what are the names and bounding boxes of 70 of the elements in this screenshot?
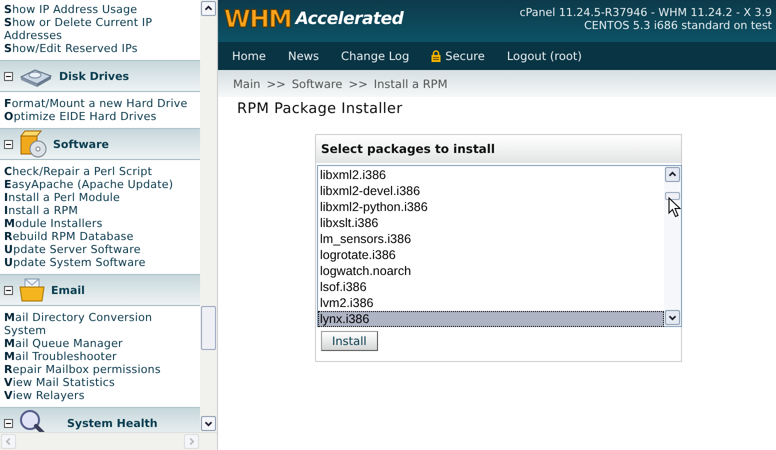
scroll-down-icon[interactable] — [201, 416, 216, 431]
install-button[interactable]: Install — [321, 331, 378, 351]
breadcrumb-link[interactable]: Main — [233, 76, 260, 90]
package-option[interactable]: lsof.i386 — [318, 279, 664, 295]
package-option[interactable]: lynx.i386 — [318, 311, 664, 327]
menu-link[interactable]: Update Server Software — [4, 243, 196, 256]
collapse-icon[interactable] — [4, 72, 13, 80]
nav-link[interactable]: Change Log — [341, 49, 410, 63]
section-title: Email — [51, 284, 85, 296]
menu-link[interactable]: Repair Mailbox permissions — [4, 363, 196, 376]
section-header[interactable]: System Health — [0, 407, 200, 432]
menu-link[interactable]: Format/Mount a new Hard Drive — [4, 97, 196, 110]
vertical-scrollbar[interactable] — [200, 0, 217, 432]
mouse-pointer-icon — [668, 197, 681, 218]
menu-link[interactable]: Check/Repair a Perl Script — [4, 165, 196, 178]
nav-link[interactable]: Home — [232, 49, 266, 63]
package-option[interactable]: lvm2.i386 — [318, 295, 664, 311]
section-title: Disk Drives — [59, 70, 130, 82]
scrollbar-thumb[interactable] — [201, 306, 216, 350]
menu-link[interactable]: Mail Troubleshooter — [4, 350, 196, 363]
scroll-up-icon[interactable] — [665, 167, 680, 182]
collapse-icon[interactable] — [4, 286, 13, 294]
package-option[interactable]: lm_sensors.i386 — [318, 231, 664, 247]
section-title: Software — [53, 138, 109, 150]
section-header[interactable]: Email — [0, 274, 200, 306]
package-option[interactable]: libxml2.i386 — [318, 167, 664, 183]
panel-heading: Select packages to install — [316, 135, 681, 163]
menu-link[interactable]: View Relayers — [4, 389, 196, 402]
lock-icon — [431, 50, 442, 62]
menu-link[interactable]: Rebuild RPM Database — [4, 230, 196, 243]
breadcrumb-link[interactable]: Software — [292, 76, 342, 90]
section-header[interactable]: Software — [0, 128, 200, 160]
package-option[interactable]: logwatch.noarch — [318, 263, 664, 279]
collapse-icon[interactable] — [4, 140, 13, 148]
nav-link[interactable]: Logout (root) — [506, 49, 582, 63]
breadcrumb-separator: >> — [266, 76, 286, 90]
package-list[interactable]: libxml2.i386 libxml2-devel.i386 libxml2-python.i386 libxslt.i386 lm_sensors.i386 logrotate.i386 logwatch.noarch lsof.i386 lvm2.i386 lynx.i386 — [317, 165, 682, 327]
package-option[interactable]: libxslt.i386 — [318, 215, 664, 231]
package-option[interactable]: logrotate.i386 — [318, 247, 664, 263]
section-header[interactable]: Disk Drives — [0, 60, 200, 92]
menu-link[interactable]: Module Installers — [4, 217, 196, 230]
collapse-icon[interactable] — [4, 418, 13, 428]
menu-link[interactable]: Install a Perl Module — [4, 191, 196, 204]
logo-tagline: Accelerated — [295, 9, 404, 29]
package-option[interactable]: libxml2-devel.i386 — [318, 183, 664, 199]
package-option[interactable]: libxml2-python.i386 — [318, 199, 664, 215]
nav-link[interactable]: News — [288, 49, 320, 63]
menu-link[interactable]: Show IP Address Usage — [4, 3, 196, 16]
menu-link[interactable]: Show/Edit Reserved IPs — [4, 42, 196, 55]
logo-text: WHM — [224, 5, 292, 33]
menu-link[interactable]: Optimize EIDE Hard Drives — [4, 110, 196, 123]
breadcrumb-link[interactable]: Install a RPM — [374, 76, 448, 90]
version-info: CENTOS 5.3 i686 standard on test — [583, 19, 772, 32]
page-title: RPM Package Installer — [237, 101, 404, 117]
software-box-icon — [19, 130, 47, 158]
scroll-down-icon[interactable] — [665, 310, 680, 325]
version-info: cPanel 11.24.5-R37946 - WHM 11.24.2 - X 3.9 — [520, 6, 772, 19]
scroll-up-icon[interactable] — [201, 1, 216, 16]
menu-link[interactable]: EasyApache (Apache Update) — [4, 178, 196, 191]
menu-link[interactable]: Install a RPM — [4, 204, 196, 217]
list-scrollbar[interactable] — [664, 166, 681, 326]
menu-link[interactable]: View Mail Statistics — [4, 376, 196, 389]
menu-link[interactable]: Update System Software — [4, 256, 196, 269]
scrollbar-thumb[interactable] — [665, 192, 680, 200]
magnifier-icon — [19, 409, 47, 432]
section-title: System Health — [67, 416, 158, 430]
menu-link[interactable]: Mail Queue Manager — [4, 337, 196, 350]
breadcrumb-separator: >> — [348, 76, 368, 90]
mail-folder-icon — [19, 278, 45, 302]
nav-link[interactable]: Secure — [445, 49, 485, 63]
